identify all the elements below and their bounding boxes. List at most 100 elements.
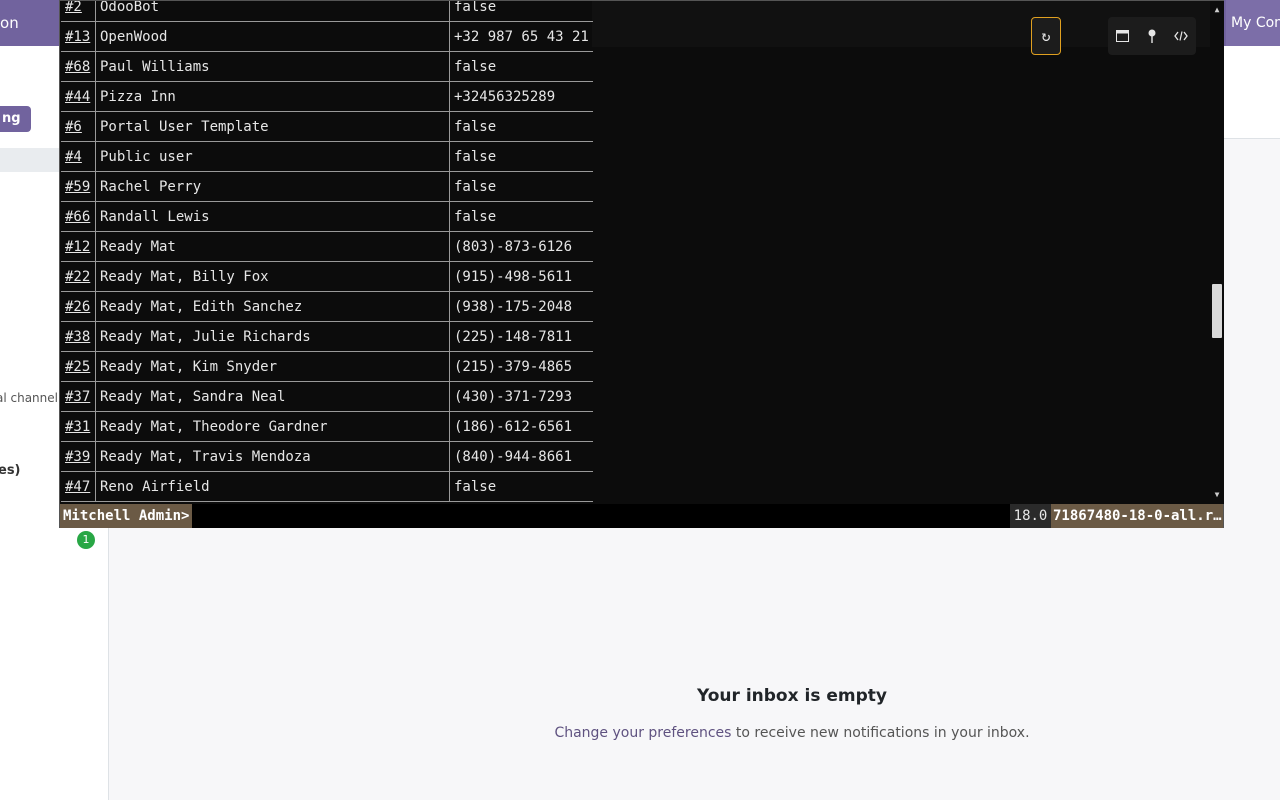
terminal-prompt[interactable]: Mitchell Admin> bbox=[60, 504, 193, 528]
action-button[interactable]: ng bbox=[0, 106, 31, 132]
record-id-link[interactable]: #2 bbox=[65, 1, 82, 15]
record-name-cell: Portal User Template bbox=[95, 111, 450, 142]
record-id-cell: #13 bbox=[61, 21, 96, 52]
terminal-output: #2 OdooBot false #13 OpenWood +32 987 65 43 2… bbox=[60, 1, 1210, 504]
record-id-link[interactable]: #12 bbox=[65, 239, 90, 255]
table-row: #44 Pizza Inn +32456325289 bbox=[61, 81, 593, 112]
query-results-table: #2 OdooBot false #13 OpenWood +32 987 65 43 2… bbox=[61, 1, 593, 502]
table-row: #39 Ready Mat, Travis Mendoza (840)-944-86… bbox=[61, 441, 593, 472]
record-id-cell: #59 bbox=[61, 171, 96, 202]
scrollbar-thumb[interactable] bbox=[1212, 283, 1222, 338]
sidebar-item-channel[interactable]: al channel bbox=[0, 391, 58, 405]
record-name-cell: Ready Mat, Theodore Gardner bbox=[95, 411, 450, 442]
record-phone-cell: (430)-371-7293 bbox=[449, 381, 593, 412]
change-preferences-link[interactable]: Change your preferences bbox=[554, 725, 731, 741]
record-id-cell: #22 bbox=[61, 261, 96, 292]
record-id-link[interactable]: #25 bbox=[65, 359, 90, 375]
table-row: #59 Rachel Perry false bbox=[61, 171, 593, 202]
record-phone-cell: (215)-379-4865 bbox=[449, 351, 593, 382]
record-phone-cell: (186)-612-6561 bbox=[449, 411, 593, 442]
record-id-cell: #26 bbox=[61, 291, 96, 322]
app-menu-name[interactable]: tion bbox=[0, 0, 19, 46]
record-name-cell: Ready Mat bbox=[95, 231, 450, 262]
record-name-cell: Ready Mat, Travis Mendoza bbox=[95, 441, 450, 472]
debug-terminal: #2 OdooBot false #13 OpenWood +32 987 65 43 2… bbox=[59, 0, 1224, 528]
record-name-cell: OpenWood bbox=[95, 21, 450, 52]
record-phone-cell: false bbox=[449, 111, 593, 142]
code-button[interactable] bbox=[1166, 17, 1195, 55]
record-phone-cell: +32456325289 bbox=[449, 81, 593, 112]
refresh-icon: ↻ bbox=[1041, 27, 1051, 45]
record-id-link[interactable]: #39 bbox=[65, 449, 90, 465]
record-id-link[interactable]: #6 bbox=[65, 119, 82, 135]
record-id-link[interactable]: #66 bbox=[65, 209, 90, 225]
record-id-link[interactable]: #31 bbox=[65, 419, 90, 435]
record-id-link[interactable]: #26 bbox=[65, 299, 90, 315]
record-id-link[interactable]: #59 bbox=[65, 179, 90, 195]
record-id-cell: #44 bbox=[61, 81, 96, 112]
company-switcher[interactable]: My Com bbox=[1226, 0, 1280, 46]
record-id-cell: #47 bbox=[61, 471, 96, 502]
terminal-scrollbar[interactable]: ▲ ▼ bbox=[1210, 1, 1224, 504]
record-id-link[interactable]: #37 bbox=[65, 389, 90, 405]
record-name-cell: Ready Mat, Sandra Neal bbox=[95, 381, 450, 412]
table-row: #13 OpenWood +32 987 65 43 21 bbox=[61, 21, 593, 52]
record-id-cell: #31 bbox=[61, 411, 96, 442]
table-row: #25 Ready Mat, Kim Snyder (215)-379-4865 bbox=[61, 351, 593, 382]
terminal-toolbar bbox=[1108, 17, 1196, 55]
terminal-statusbar: Mitchell Admin> 18.0 71867480-18-0-all.r… bbox=[60, 504, 1223, 528]
record-id-cell: #37 bbox=[61, 381, 96, 412]
record-name-cell: Rachel Perry bbox=[95, 171, 450, 202]
table-row: #26 Ready Mat, Edith Sanchez (938)-175-204… bbox=[61, 291, 593, 322]
scroll-down-icon[interactable]: ▼ bbox=[1210, 488, 1224, 502]
record-name-cell: Reno Airfield bbox=[95, 471, 450, 502]
window-maximize-icon bbox=[1116, 29, 1129, 42]
table-row: #31 Ready Mat, Theodore Gardner (186)-612-… bbox=[61, 411, 593, 442]
record-phone-cell: false bbox=[449, 201, 593, 232]
record-id-link[interactable]: #4 bbox=[65, 149, 82, 165]
table-row: #68 Paul Williams false bbox=[61, 51, 593, 82]
maximize-button[interactable] bbox=[1108, 17, 1137, 55]
record-id-link[interactable]: #68 bbox=[65, 59, 90, 75]
record-phone-cell: (803)-873-6126 bbox=[449, 231, 593, 262]
table-row: #6 Portal User Template false bbox=[61, 111, 593, 142]
record-name-cell: Public user bbox=[95, 141, 450, 172]
sidebar-section-label: es) bbox=[0, 463, 21, 478]
code-icon bbox=[1173, 30, 1188, 41]
record-id-cell: #12 bbox=[61, 231, 96, 262]
record-id-link[interactable]: #47 bbox=[65, 479, 90, 495]
pin-icon bbox=[1148, 29, 1155, 43]
record-id-link[interactable]: #44 bbox=[65, 89, 90, 105]
empty-inbox-title: Your inbox is empty bbox=[697, 686, 887, 706]
record-name-cell: Randall Lewis bbox=[95, 201, 450, 232]
unread-badge: 1 bbox=[77, 531, 95, 549]
record-name-cell: Ready Mat, Edith Sanchez bbox=[95, 291, 450, 322]
record-phone-cell: (225)-148-7811 bbox=[449, 321, 593, 352]
record-id-cell: #66 bbox=[61, 201, 96, 232]
table-row: #37 Ready Mat, Sandra Neal (430)-371-7293 bbox=[61, 381, 593, 412]
record-id-cell: #2 bbox=[61, 1, 96, 22]
record-id-cell: #38 bbox=[61, 321, 96, 352]
record-name-cell: Ready Mat, Julie Richards bbox=[95, 321, 450, 352]
record-name-cell: OdooBot bbox=[95, 1, 450, 22]
record-name-cell: Pizza Inn bbox=[95, 81, 450, 112]
record-id-link[interactable]: #38 bbox=[65, 329, 90, 345]
odoo-version: 18.0 bbox=[1010, 504, 1051, 528]
table-row: #47 Reno Airfield false bbox=[61, 471, 593, 502]
table-row: #22 Ready Mat, Billy Fox (915)-498-5611 bbox=[61, 261, 593, 292]
record-id-cell: #4 bbox=[61, 141, 96, 172]
refresh-button[interactable]: ↻ bbox=[1031, 17, 1061, 55]
record-phone-cell: false bbox=[449, 1, 593, 22]
record-phone-cell: (938)-175-2048 bbox=[449, 291, 593, 322]
record-id-link[interactable]: #13 bbox=[65, 29, 90, 45]
scroll-up-icon[interactable]: ▲ bbox=[1210, 3, 1224, 17]
table-row: #12 Ready Mat (803)-873-6126 bbox=[61, 231, 593, 262]
empty-inbox-text: Change your preferences to receive new n… bbox=[500, 725, 1084, 741]
record-id-cell: #6 bbox=[61, 111, 96, 142]
record-id-cell: #68 bbox=[61, 51, 96, 82]
database-name: 71867480-18-0-all.r… bbox=[1051, 504, 1223, 528]
pin-button[interactable] bbox=[1137, 17, 1166, 55]
record-name-cell: Ready Mat, Billy Fox bbox=[95, 261, 450, 292]
table-row: #2 OdooBot false bbox=[61, 1, 593, 22]
record-id-link[interactable]: #22 bbox=[65, 269, 90, 285]
